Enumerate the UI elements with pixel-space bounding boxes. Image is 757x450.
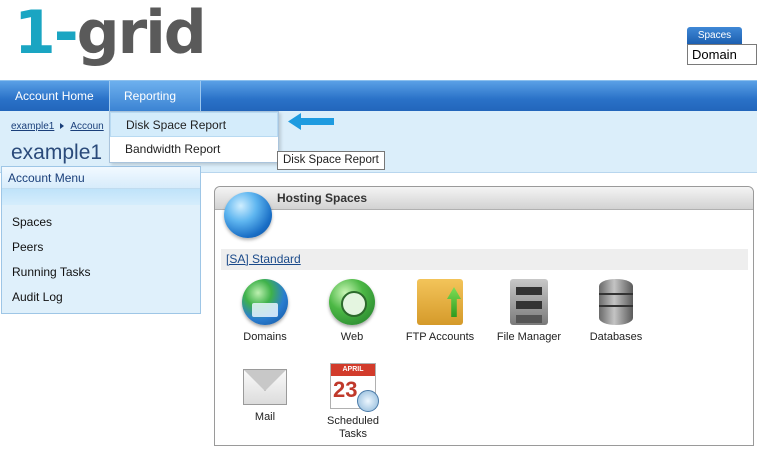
tile-file-manager[interactable]: File Manager <box>489 279 569 344</box>
database-icon <box>599 279 633 325</box>
spaces-tab-label: Spaces <box>687 27 742 44</box>
main-nav: Account Home Reporting <box>0 80 757 131</box>
account-menu-item-spaces[interactable]: Spaces <box>2 210 200 235</box>
tile-scheduled-tasks[interactable]: APRIL 23 Scheduled Tasks <box>313 363 393 441</box>
breadcrumb-item-example1[interactable]: example1 <box>11 121 54 132</box>
hosting-globe-icon <box>224 192 272 238</box>
hosting-spaces-title: Hosting Spaces <box>277 191 368 205</box>
tile-ftp-accounts[interactable]: FTP Accounts <box>400 279 480 344</box>
tile-mail-label: Mail <box>254 411 276 423</box>
pointer-arrow-icon <box>288 113 334 130</box>
breadcrumb-arrow-icon <box>60 123 65 130</box>
tile-web[interactable]: Web <box>312 279 392 344</box>
space-link-standard[interactable]: [SA] Standard <box>226 252 301 266</box>
menu-item-bandwidth-report[interactable]: Bandwidth Report <box>110 137 278 162</box>
tile-domains-label: Domains <box>243 331 287 343</box>
nav-account-home-label: Account Home <box>15 89 94 103</box>
spaces-select[interactable]: Domain <box>687 44 757 65</box>
mail-envelope-icon <box>243 369 287 405</box>
web-globe-icon <box>329 279 375 325</box>
account-menu-item-peers[interactable]: Peers <box>2 235 200 260</box>
logo: 1- grid <box>14 0 207 68</box>
logo-one: 1- <box>14 0 79 68</box>
domains-globe-icon <box>242 279 288 325</box>
logo-grid: grid <box>76 0 207 68</box>
calendar-month: APRIL <box>331 364 375 376</box>
breadcrumb: example1 Accoun <box>11 121 104 132</box>
tile-databases-label: Databases <box>589 331 643 343</box>
tooltip: Disk Space Report <box>277 151 385 170</box>
account-menu: Account Menu Spaces Peers Running Tasks … <box>1 166 201 314</box>
file-cabinet-icon <box>510 279 548 325</box>
account-menu-subheader <box>2 189 200 205</box>
nav-account-home[interactable]: Account Home <box>5 81 104 112</box>
account-menu-title: Account Menu <box>2 167 200 189</box>
menu-item-disk-space-report[interactable]: Disk Space Report <box>110 112 278 137</box>
breadcrumb-item-account[interactable]: Accoun <box>70 121 103 132</box>
page-title: example1 <box>11 141 103 164</box>
reporting-dropdown: Disk Space Report Bandwidth Report <box>109 111 279 163</box>
tile-mail[interactable]: Mail <box>225 363 305 424</box>
spaces-selector: Spaces Domain <box>687 27 757 65</box>
nav-reporting[interactable]: Reporting <box>109 81 201 131</box>
calendar-clock-icon: APRIL 23 <box>330 363 379 412</box>
nav-reporting-label: Reporting <box>124 89 177 103</box>
account-menu-item-audit-log[interactable]: Audit Log <box>2 285 200 310</box>
tile-domains[interactable]: Domains <box>225 279 305 344</box>
tile-ftp-accounts-label: FTP Accounts <box>405 331 475 343</box>
tile-file-manager-label: File Manager <box>496 331 562 343</box>
clock-icon <box>357 390 379 412</box>
tile-databases[interactable]: Databases <box>576 279 656 344</box>
tile-web-label: Web <box>340 331 364 343</box>
space-row: [SA] Standard <box>221 249 748 270</box>
hosting-spaces-panel: Hosting Spaces [SA] Standard Domains Web… <box>214 186 754 446</box>
calendar-day: 23 <box>333 377 358 402</box>
account-menu-item-running-tasks[interactable]: Running Tasks <box>2 260 200 285</box>
tile-scheduled-tasks-label: Scheduled Tasks <box>327 415 379 440</box>
ftp-folder-icon <box>417 279 463 325</box>
